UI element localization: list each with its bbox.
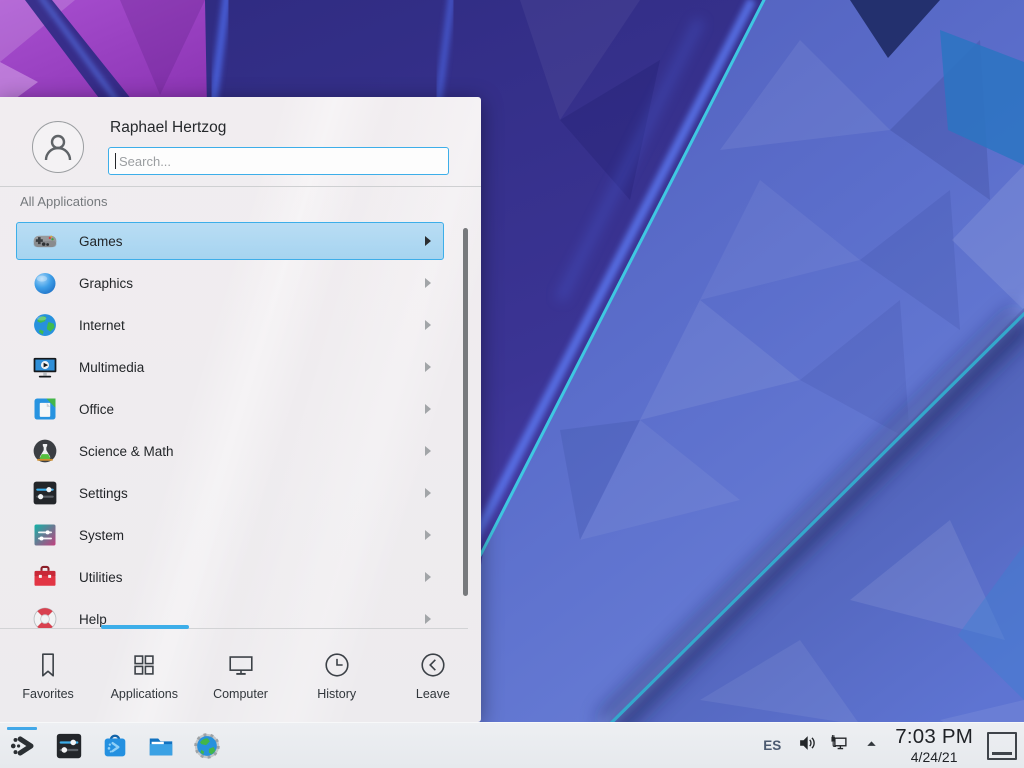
menu-category-label: System bbox=[79, 528, 124, 543]
expand-tray-icon bbox=[864, 736, 879, 756]
system-icon bbox=[31, 521, 59, 549]
tab-label: Computer bbox=[213, 687, 268, 701]
user-name: Raphael Hertzog bbox=[110, 119, 226, 137]
tab-leave[interactable]: Leave bbox=[385, 629, 481, 722]
submenu-arrow-icon bbox=[425, 320, 431, 330]
submenu-arrow-icon bbox=[425, 362, 431, 372]
file-manager-button[interactable] bbox=[144, 727, 178, 765]
taskbar-panel: ES 7:03 PM 4/24/21 bbox=[0, 722, 1024, 768]
expand-tray-tray-button[interactable] bbox=[859, 734, 883, 758]
system-tray: ES 7:03 PM 4/24/21 bbox=[763, 723, 1024, 768]
history-icon bbox=[322, 650, 352, 680]
show-desktop-icon bbox=[992, 752, 1012, 755]
submenu-arrow-icon bbox=[425, 572, 431, 582]
menu-category-office[interactable]: Office bbox=[16, 390, 444, 428]
user-icon bbox=[41, 130, 75, 164]
tab-label: History bbox=[317, 687, 356, 701]
submenu-arrow-icon bbox=[425, 446, 431, 456]
menu-category-label: Office bbox=[79, 402, 114, 417]
graphics-icon bbox=[31, 269, 59, 297]
application-launcher-menu: Raphael Hertzog All Applications Games Gr… bbox=[0, 97, 481, 722]
discover-button[interactable] bbox=[98, 727, 132, 765]
browser-icon bbox=[192, 731, 222, 761]
systemsettings-icon bbox=[54, 731, 84, 761]
kickoff-icon bbox=[8, 731, 38, 761]
menu-category-settings[interactable]: Settings bbox=[16, 474, 444, 512]
tab-label: Favorites bbox=[22, 687, 73, 701]
menu-category-multimedia[interactable]: Multimedia bbox=[16, 348, 444, 386]
menu-category-science-math[interactable]: Science & Math bbox=[16, 432, 444, 470]
submenu-arrow-icon bbox=[425, 278, 431, 288]
launcher-header: Raphael Hertzog bbox=[0, 97, 481, 187]
section-label: All Applications bbox=[20, 194, 107, 209]
menu-category-label: Internet bbox=[79, 318, 125, 333]
submenu-arrow-icon bbox=[425, 404, 431, 414]
gamepad-icon bbox=[31, 227, 59, 255]
digital-clock[interactable]: 7:03 PM 4/24/21 bbox=[895, 727, 973, 764]
menu-category-system[interactable]: System bbox=[16, 516, 444, 554]
science-icon bbox=[31, 437, 59, 465]
leave-icon bbox=[418, 650, 448, 680]
menu-category-utilities[interactable]: Utilities bbox=[16, 558, 444, 596]
menu-category-graphics[interactable]: Graphics bbox=[16, 264, 444, 302]
utilities-icon bbox=[31, 563, 59, 591]
favorites-icon bbox=[33, 650, 63, 680]
volume-icon bbox=[796, 732, 818, 759]
launcher-tab-bar: Favorites Applications Computer History Leav… bbox=[0, 629, 481, 722]
panel-launchers bbox=[0, 723, 224, 768]
tab-label: Leave bbox=[416, 687, 450, 701]
user-avatar[interactable] bbox=[32, 121, 84, 173]
settings-icon bbox=[31, 479, 59, 507]
discover-icon bbox=[100, 731, 130, 761]
keyboard-layout-indicator[interactable]: ES bbox=[763, 738, 781, 753]
application-category-list: Games Graphics Internet Multimedia Office Sci… bbox=[0, 218, 481, 628]
office-icon bbox=[31, 395, 59, 423]
help-icon bbox=[31, 605, 59, 628]
menu-category-label: Multimedia bbox=[79, 360, 144, 375]
search-input[interactable] bbox=[108, 147, 449, 175]
tab-label: Applications bbox=[111, 687, 178, 701]
submenu-arrow-icon bbox=[425, 236, 431, 246]
tab-history[interactable]: History bbox=[289, 629, 385, 722]
submenu-arrow-icon bbox=[425, 530, 431, 540]
system-settings-button[interactable] bbox=[52, 727, 86, 765]
submenu-arrow-icon bbox=[425, 614, 431, 624]
network-icon bbox=[828, 732, 850, 759]
text-cursor bbox=[115, 153, 116, 169]
menu-category-label: Science & Math bbox=[79, 444, 174, 459]
submenu-arrow-icon bbox=[425, 488, 431, 498]
application-launcher-button[interactable] bbox=[6, 727, 40, 765]
network-tray-button[interactable] bbox=[827, 734, 851, 758]
volume-tray-button[interactable] bbox=[795, 734, 819, 758]
menu-category-label: Utilities bbox=[79, 570, 123, 585]
menu-category-games[interactable]: Games bbox=[16, 222, 444, 260]
internet-icon bbox=[31, 311, 59, 339]
show-desktop-button[interactable] bbox=[987, 732, 1017, 760]
dolphin-icon bbox=[146, 731, 176, 761]
clock-time: 7:03 PM bbox=[895, 727, 973, 748]
tab-computer[interactable]: Computer bbox=[192, 629, 288, 722]
menu-category-label: Settings bbox=[79, 486, 128, 501]
scrollbar[interactable] bbox=[463, 228, 468, 596]
tab-applications[interactable]: Applications bbox=[96, 629, 192, 722]
active-task-indicator bbox=[7, 727, 37, 730]
tab-favorites[interactable]: Favorites bbox=[0, 629, 96, 722]
multimedia-icon bbox=[31, 353, 59, 381]
computer-icon bbox=[226, 650, 256, 680]
applications-icon bbox=[129, 650, 159, 680]
clock-date: 4/24/21 bbox=[895, 750, 973, 764]
menu-category-label: Graphics bbox=[79, 276, 133, 291]
menu-category-internet[interactable]: Internet bbox=[16, 306, 444, 344]
menu-category-help[interactable]: Help bbox=[16, 600, 444, 628]
menu-category-label: Games bbox=[79, 234, 123, 249]
web-browser-button[interactable] bbox=[190, 727, 224, 765]
